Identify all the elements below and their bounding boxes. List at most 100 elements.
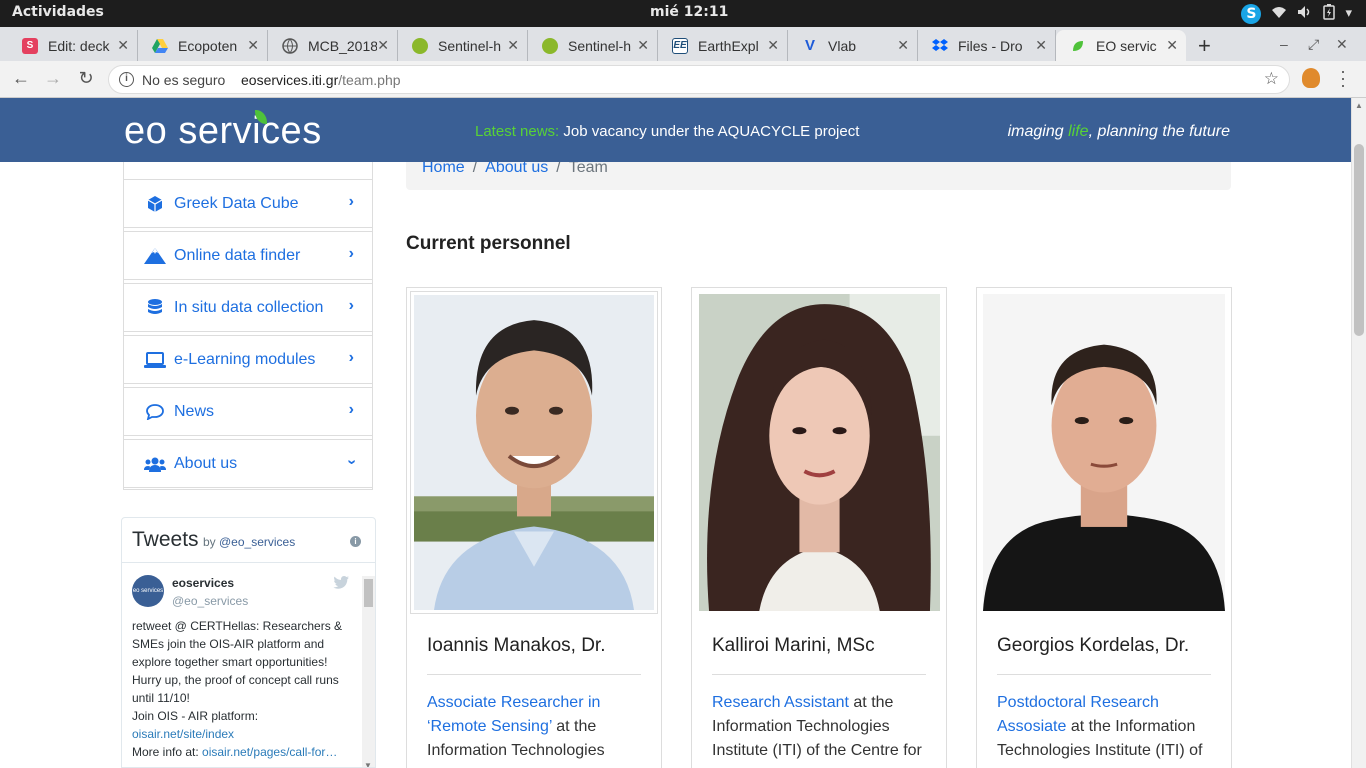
person-card: Kalliroi Marini, MSc Research Assistant …: [691, 287, 947, 768]
sidebar-item-label: In situ data collection: [174, 298, 324, 316]
tagline-part: imaging: [1007, 123, 1069, 140]
latest-news[interactable]: Latest news: Job vacancy under the AQUAC…: [475, 123, 859, 140]
tweet-more-link[interactable]: oisair.net/pages/call-for…: [202, 745, 337, 759]
person-photo[interactable]: [695, 291, 943, 614]
tagline-part: , planning the future: [1088, 123, 1230, 140]
close-tab-icon[interactable]: ✕: [507, 37, 519, 54]
back-arrow-icon[interactable]: ←: [10, 68, 32, 89]
logo-text: eo services: [124, 110, 322, 152]
person-name: Georgios Kordelas, Dr.: [997, 635, 1190, 656]
close-tab-icon[interactable]: ✕: [377, 37, 389, 54]
minimize-icon[interactable]: –: [1280, 36, 1288, 52]
sidebar-item-label: Greek Data Cube: [174, 194, 299, 212]
tab-dropbox[interactable]: Files - Dro ✕: [918, 30, 1056, 61]
reload-icon[interactable]: ↻: [75, 68, 97, 89]
info-icon[interactable]: i: [119, 72, 134, 87]
person-name: Kalliroi Marini, MSc: [712, 635, 875, 656]
avatar[interactable]: eo services: [132, 575, 164, 607]
maximize-icon[interactable]: ⤢: [1308, 36, 1319, 53]
breadcrumb-separator: /: [556, 162, 561, 176]
close-tab-icon[interactable]: ✕: [897, 37, 909, 54]
tab-title: Sentinel-h: [568, 37, 632, 54]
tab-vlab[interactable]: V Vlab ✕: [788, 30, 918, 61]
sidebar-item-in-situ-data-collection[interactable]: In situ data collection ›: [123, 283, 373, 332]
person-role-link[interactable]: Research Assistant: [712, 694, 849, 711]
tweet-author-name[interactable]: eoservices: [172, 576, 234, 590]
slides-icon: S: [22, 37, 38, 54]
browser-toolbar: ← → ↻ i No es seguro eoservices.iti.gr/t…: [0, 61, 1366, 98]
close-tab-icon[interactable]: ✕: [1035, 37, 1047, 54]
sidebar-item-online-data-finder[interactable]: Online data finder ›: [123, 231, 373, 280]
volume-icon[interactable]: [1297, 5, 1313, 23]
sidebar-item-label: About us: [174, 454, 238, 472]
info-icon[interactable]: i: [350, 536, 361, 547]
tab-title: EO servic: [1096, 37, 1157, 54]
activities-button[interactable]: Actividades: [12, 4, 104, 20]
scroll-up-icon[interactable]: ▲: [1355, 101, 1363, 110]
earthexplorer-icon: EE: [672, 37, 688, 54]
bookmark-star-icon[interactable]: ☆: [1264, 69, 1279, 89]
scrollbar-thumb[interactable]: [364, 579, 373, 607]
site-logo[interactable]: eo services: [124, 110, 322, 153]
close-tab-icon[interactable]: ✕: [1166, 37, 1178, 54]
wifi-icon[interactable]: [1271, 5, 1287, 23]
person-photo[interactable]: [410, 291, 658, 614]
tagline-highlight: life: [1068, 123, 1089, 140]
vlab-icon: V: [804, 37, 815, 54]
person-role: Associate Researcher in ‘Remote Sensing’…: [427, 691, 647, 763]
security-status[interactable]: No es seguro: [142, 72, 225, 88]
news-text: Job vacancy under the AQUACYCLE project: [559, 123, 860, 140]
close-tab-icon[interactable]: ✕: [637, 37, 649, 54]
tab-sentinel-1[interactable]: Sentinel-h ✕: [398, 30, 528, 61]
skype-icon[interactable]: S: [1241, 3, 1262, 24]
person-name: Ioannis Manakos, Dr.: [427, 635, 606, 656]
tab-edit-deck[interactable]: S Edit: deck ✕: [8, 30, 138, 61]
page-scrollbar[interactable]: ▲: [1351, 98, 1366, 768]
twitter-handle-link[interactable]: @eo_services: [219, 535, 295, 549]
divider: [427, 674, 641, 675]
close-tab-icon[interactable]: ✕: [767, 37, 779, 54]
close-window-icon[interactable]: ✕: [1336, 36, 1348, 53]
tab-earthexplorer[interactable]: EE EarthExpl ✕: [658, 30, 788, 61]
address-bar[interactable]: i No es seguro eoservices.iti.gr/team.ph…: [108, 65, 1290, 94]
tagline: imaging life, planning the future: [1008, 123, 1230, 141]
cube-icon: [144, 195, 166, 213]
twitter-bird-icon[interactable]: [333, 576, 349, 592]
twitter-header: Tweets by @eo_services i: [122, 518, 375, 563]
sidebar-item-e-learning-modules[interactable]: e-Learning modules ›: [123, 335, 373, 384]
breadcrumb: Home / About us / Team: [406, 162, 1231, 190]
sidebar-item-greek-data-cube[interactable]: Greek Data Cube ›: [123, 179, 373, 228]
forward-arrow-icon[interactable]: →: [42, 68, 64, 89]
url-text[interactable]: eoservices.iti.gr/team.php: [241, 72, 401, 88]
url-host: eoservices.iti.gr: [241, 72, 339, 88]
close-tab-icon[interactable]: ✕: [247, 37, 259, 54]
extension-icon[interactable]: [1302, 68, 1320, 88]
tweet-author-handle[interactable]: @eo_services: [172, 594, 248, 608]
scrollbar-thumb[interactable]: [1354, 144, 1364, 336]
system-tray[interactable]: S ▾: [1241, 3, 1352, 24]
twitter-scrollbar[interactable]: ▼: [362, 576, 375, 767]
person-role: Research Assistant at the Information Te…: [712, 691, 932, 763]
sidebar-item-news[interactable]: News ›: [123, 387, 373, 436]
sidebar-item-about-us[interactable]: About us ›: [123, 439, 373, 488]
clock[interactable]: mié 12:11: [650, 4, 728, 20]
tab-strip: S Edit: deck ✕ Ecopoten ✕ MCB_2018 ✕ Sen…: [0, 27, 1366, 61]
tweet-body: retweet @ CERTHellas: Researchers & SMEs…: [132, 619, 343, 705]
tab-sentinel-2[interactable]: Sentinel-h ✕: [528, 30, 658, 61]
breadcrumb-about-us[interactable]: About us: [485, 162, 548, 176]
tab-eo-services[interactable]: EO servic ✕: [1056, 30, 1186, 61]
battery-icon[interactable]: [1323, 3, 1336, 24]
breadcrumb-current: Team: [568, 162, 608, 176]
scroll-down-icon[interactable]: ▼: [364, 761, 372, 767]
person-photo[interactable]: [980, 291, 1228, 614]
tweet-join-link[interactable]: oisair.net/site/index: [132, 727, 234, 741]
twitter-timeline[interactable]: Tweets by @eo_services i eo services eos…: [121, 517, 376, 768]
browser-menu-icon[interactable]: · · ·: [1340, 62, 1346, 94]
new-tab-button[interactable]: +: [1198, 33, 1211, 59]
breadcrumb-home[interactable]: Home: [422, 162, 465, 176]
power-menu-icon[interactable]: ▾: [1345, 6, 1352, 21]
tab-mcb[interactable]: MCB_2018 ✕: [268, 30, 398, 61]
tab-ecopoten[interactable]: Ecopoten ✕: [138, 30, 268, 61]
chevron-down-icon: ›: [343, 459, 361, 465]
close-tab-icon[interactable]: ✕: [117, 37, 129, 54]
